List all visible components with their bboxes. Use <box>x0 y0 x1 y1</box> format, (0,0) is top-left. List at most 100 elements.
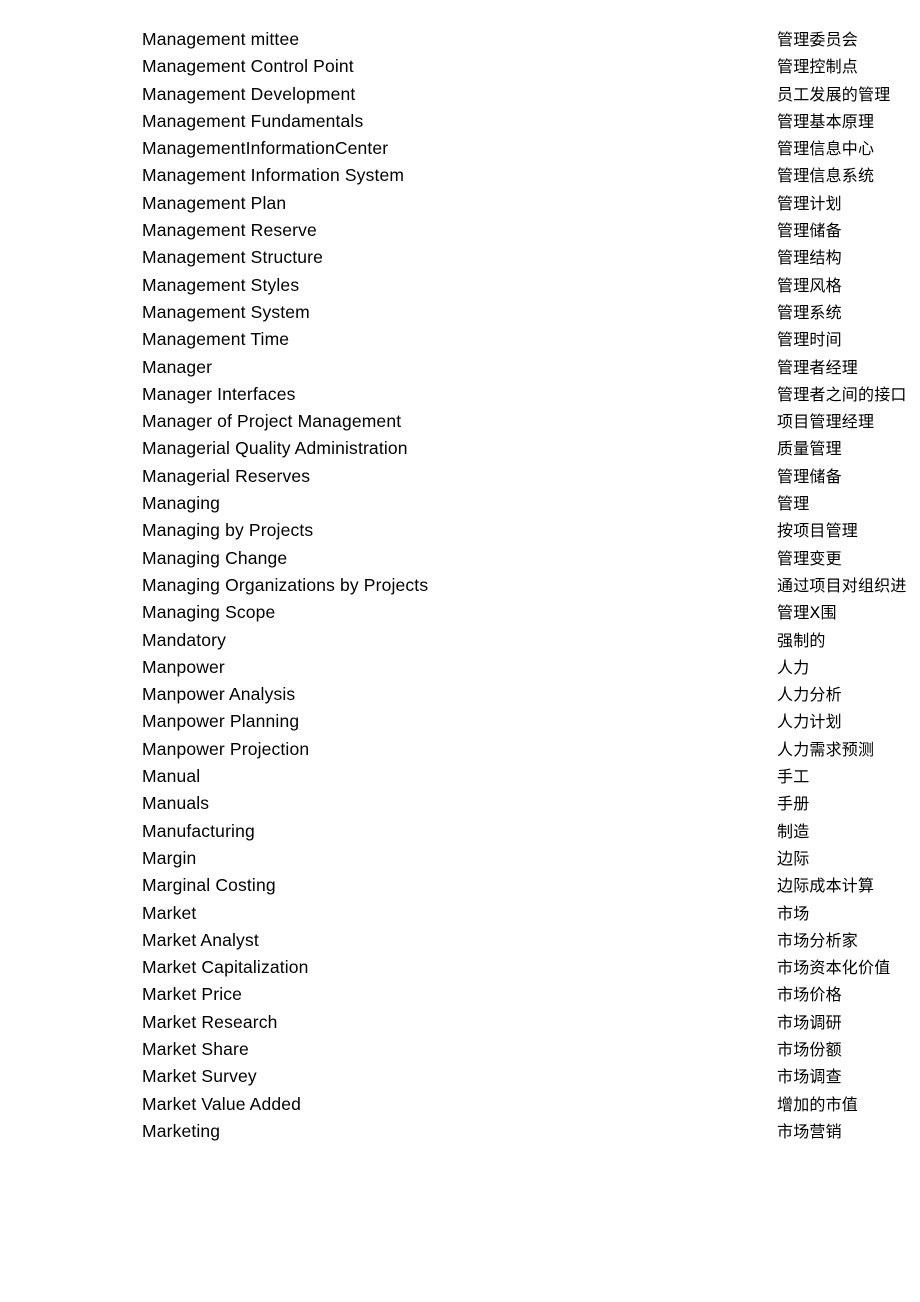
term-chinese: 人力计划 <box>777 712 842 732</box>
glossary-row: Managing Change 管理变更 <box>0 545 920 572</box>
term-english: Management Reserve <box>142 220 317 241</box>
term-english: Market Research <box>142 1011 278 1032</box>
glossary-row: Margin 边际 <box>0 845 920 872</box>
term-english: Management Fundamentals <box>142 110 364 131</box>
glossary-row: Management Time 管理时间 <box>0 326 920 353</box>
term-english: Managing by Projects <box>142 520 314 541</box>
glossary-row: Marginal Costing 边际成本计算 <box>0 872 920 899</box>
term-chinese: 人力分析 <box>777 685 842 705</box>
term-chinese: 市场调查 <box>777 1067 842 1087</box>
term-chinese: 管理者之间的接口 <box>777 384 907 404</box>
glossary-row: Manufacturing 制造 <box>0 818 920 845</box>
term-chinese: 管理结构 <box>777 248 842 268</box>
glossary-row: Managing Organizations by Projects 通过项目对组… <box>0 572 920 599</box>
glossary-row: Management Control Point 管理控制点 <box>0 53 920 80</box>
term-english: Market Capitalization <box>142 957 309 978</box>
term-english: Management Structure <box>142 247 324 268</box>
glossary-row: Market Capitalization 市场资本化价值 <box>0 954 920 981</box>
glossary-row: Manpower 人力 <box>0 654 920 681</box>
term-english: Manager Interfaces <box>142 383 296 404</box>
glossary-row: Market Research 市场调研 <box>0 1009 920 1036</box>
glossary-row: Market Price 市场价格 <box>0 981 920 1008</box>
glossary-row: Managing 管理 <box>0 490 920 517</box>
glossary-row: Mandatory 强制的 <box>0 627 920 654</box>
term-chinese: 管理信息中心 <box>777 139 875 159</box>
glossary-row: Manpower Analysis 人力分析 <box>0 681 920 708</box>
glossary-row: Market Analyst 市场分析家 <box>0 927 920 954</box>
glossary-row: Market Share 市场份额 <box>0 1036 920 1063</box>
glossary-row: Management Plan 管理计划 <box>0 190 920 217</box>
glossary-row: Manager Interfaces 管理者之间的接口 <box>0 381 920 408</box>
glossary-row: Manuals 手册 <box>0 790 920 817</box>
term-chinese: 管理委员会 <box>777 30 859 49</box>
term-chinese: 管理者经理 <box>777 357 859 377</box>
glossary-row: Marketing 市场营销 <box>0 1118 920 1145</box>
term-chinese: 管理时间 <box>777 330 842 350</box>
term-chinese: 按项目管理 <box>777 521 859 541</box>
glossary-row: ManagementInformationCenter 管理信息中心 <box>0 135 920 162</box>
term-english: Management mittee <box>142 29 300 49</box>
glossary-row: Market Survey 市场调查 <box>0 1063 920 1090</box>
term-chinese: 管理储备 <box>777 466 842 486</box>
term-english: Management System <box>142 301 310 322</box>
term-english: Manpower Analysis <box>142 684 296 705</box>
glossary-row: Manager of Project Management 项目管理经理 <box>0 408 920 435</box>
term-english: Management Styles <box>142 274 300 295</box>
glossary-row: Management System 管理系统 <box>0 299 920 326</box>
term-chinese: 市场资本化价值 <box>777 958 891 978</box>
term-english: Manpower Projection <box>142 738 310 759</box>
term-english: Market Value Added <box>142 1093 302 1114</box>
term-english: Marginal Costing <box>142 875 276 896</box>
term-english: Market Price <box>142 984 243 1005</box>
term-chinese: 管理 <box>777 494 810 514</box>
term-english: Management Development <box>142 83 356 104</box>
glossary-row: Manager 管理者经理 <box>0 354 920 381</box>
term-chinese: 人力需求预测 <box>777 739 875 759</box>
term-chinese: 管理计划 <box>777 193 842 213</box>
term-english: Managing Scope <box>142 602 276 623</box>
term-chinese: 通过项目对组织进 <box>777 575 907 595</box>
term-english: Management Control Point <box>142 56 354 77</box>
term-english: Market Share <box>142 1038 249 1059</box>
term-english: Management Information System <box>142 165 405 186</box>
term-english: Mandatory <box>142 629 227 650</box>
term-english: Manuals <box>142 793 210 814</box>
term-chinese: 边际 <box>777 848 810 868</box>
term-chinese: 市场价格 <box>777 985 842 1005</box>
term-chinese: 市场调研 <box>777 1012 842 1032</box>
term-english: Management Time <box>142 329 290 350</box>
term-english: Managerial Quality Administration <box>142 438 408 459</box>
term-english: Managing Organizations by Projects <box>142 574 429 595</box>
term-english: Marketing <box>142 1120 221 1141</box>
term-chinese: 管理储备 <box>777 221 842 241</box>
term-english: Manufacturing <box>142 820 255 841</box>
term-chinese: 手工 <box>777 767 810 787</box>
term-chinese: 管理控制点 <box>777 57 859 77</box>
term-english: ManagementInformationCenter <box>142 138 389 159</box>
term-chinese: 员工发展的管理 <box>777 84 891 104</box>
glossary-row: Management Styles 管理风格 <box>0 272 920 299</box>
glossary-row: Management Reserve 管理储备 <box>0 217 920 244</box>
glossary-row: Manual 手工 <box>0 763 920 790</box>
glossary-row: Management Fundamentals 管理基本原理 <box>0 108 920 135</box>
term-english: Margin <box>142 847 197 868</box>
term-chinese: 质量管理 <box>777 439 842 459</box>
term-english: Manager of Project Management <box>142 411 402 432</box>
term-chinese: 市场 <box>777 903 810 923</box>
term-english: Managing Change <box>142 547 288 568</box>
term-english: Manpower Planning <box>142 711 300 732</box>
term-chinese: 市场份额 <box>777 1039 842 1059</box>
term-chinese: 管理系统 <box>777 302 842 322</box>
glossary-row: Management Information System 管理信息系统 <box>0 162 920 189</box>
term-english: Manual <box>142 766 201 787</box>
term-english: Market Analyst <box>142 929 259 950</box>
glossary-row: Management Development 员工发展的管理 <box>0 81 920 108</box>
glossary-page: Management mittee 管理委员会 Management Control… <box>0 0 920 1302</box>
term-chinese: 管理变更 <box>777 548 842 568</box>
term-chinese: 人力 <box>777 657 810 677</box>
term-chinese: 管理风格 <box>777 275 842 295</box>
glossary-row: Management Structure 管理结构 <box>0 244 920 271</box>
term-chinese: 管理基本原理 <box>777 111 875 131</box>
term-chinese: 管理信息系统 <box>777 166 875 186</box>
glossary-row: Manpower Planning 人力计划 <box>0 708 920 735</box>
